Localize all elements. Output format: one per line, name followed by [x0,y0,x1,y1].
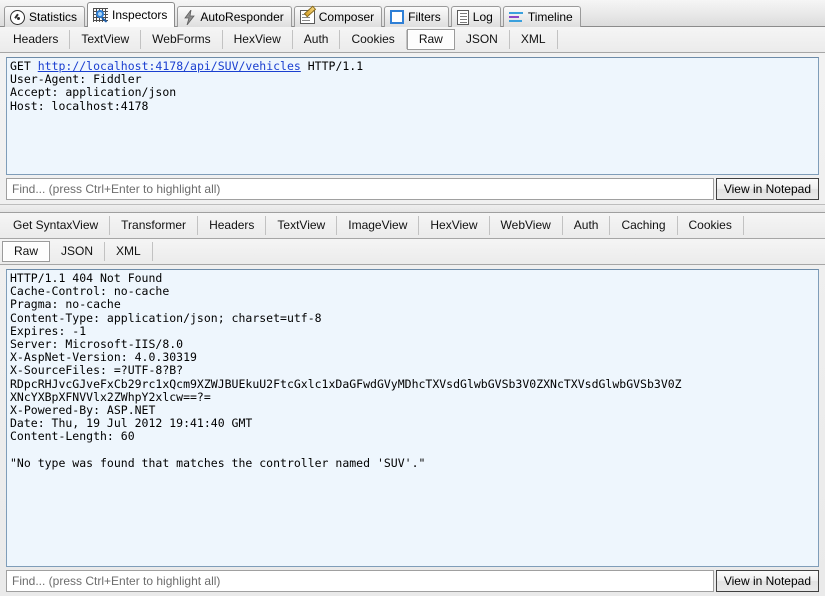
request-inspector: Headers TextView WebForms HexView Auth C… [0,27,825,204]
request-tab-raw-label: Raw [418,32,443,46]
request-view-in-notepad-button[interactable]: View in Notepad [715,178,819,200]
tab-inspectors-label: Inspectors [112,7,168,22]
tab-timeline-label: Timeline [527,9,573,24]
log-icon [456,9,469,25]
response-tab-strip-row1: Get SyntaxView Transformer Headers TextV… [0,213,825,239]
request-tab-textview[interactable]: TextView [70,30,142,49]
tab-composer-label: Composer [318,9,375,24]
response-tab-caching-label: Caching [621,218,666,232]
request-tab-webforms-label: WebForms [152,32,211,46]
composer-icon [299,5,316,24]
response-tab-hexview[interactable]: HexView [419,216,490,235]
tab-composer[interactable]: Composer [293,5,383,27]
request-tab-raw[interactable]: Raw [406,29,455,50]
response-raw-view[interactable]: HTTP/1.1 404 Not Found Cache-Control: no… [6,269,819,567]
response-tab-get-syntaxview[interactable]: Get SyntaxView [2,216,111,235]
request-tab-headers-label: Headers [13,32,59,46]
response-tab-auth-label: Auth [573,218,599,232]
response-tab-auth[interactable]: Auth [563,216,611,235]
response-tab-cookies[interactable]: Cookies [678,216,744,235]
request-method: GET [10,59,31,73]
tab-inspectors[interactable]: Inspectors [87,2,176,27]
request-find-bar: View in Notepad [0,175,825,204]
request-tab-auth[interactable]: Auth [293,30,341,49]
response-find-bar: View in Notepad [0,567,825,596]
response-tab-raw-label: Raw [14,244,39,258]
request-headers-text: User-Agent: Fiddler Accept: application/… [10,72,177,113]
request-tab-xml[interactable]: XML [510,30,558,49]
response-tab-webview[interactable]: WebView [490,216,563,235]
tab-autoresponder-label: AutoResponder [200,9,284,24]
filters-icon [390,10,405,24]
request-tab-hexview-label: HexView [233,32,281,46]
request-raw-view[interactable]: GET http://localhost:4178/api/SUV/vehicl… [6,57,819,175]
request-tab-json-label: JSON [465,32,498,46]
response-tab-hexview-label: HexView [430,218,478,232]
tab-log[interactable]: Log [450,6,501,27]
response-tab-json-label: JSON [61,244,94,258]
response-inspector: Get SyntaxView Transformer Headers TextV… [0,213,825,596]
request-version: HTTP/1.1 [300,59,364,73]
request-url-link[interactable]: http://localhost:4178/api/SUV/vehicles [38,59,301,73]
response-view-in-notepad-button[interactable]: View in Notepad [715,570,819,592]
tab-autoresponder[interactable]: AutoResponder [177,6,292,27]
response-tab-transformer[interactable]: Transformer [110,216,199,235]
request-tab-webforms[interactable]: WebForms [141,30,223,49]
tab-filters[interactable]: Filters [384,6,449,27]
request-tab-hexview[interactable]: HexView [223,30,293,49]
response-tab-imageview[interactable]: ImageView [337,216,420,235]
inspectors-icon [93,8,109,23]
response-tab-cookies-label: Cookies [688,218,732,232]
tab-statistics-label: Statistics [29,9,78,24]
response-find-input[interactable] [6,570,714,592]
response-tab-get-syntaxview-label: Get SyntaxView [13,218,99,232]
response-tab-headers-label: Headers [209,218,255,232]
request-tab-auth-label: Auth [303,32,329,46]
response-tab-imageview-label: ImageView [348,218,408,232]
horizontal-splitter[interactable] [0,204,825,213]
tab-statistics[interactable]: Statistics [4,6,86,27]
response-tab-raw[interactable]: Raw [2,241,51,262]
tab-timeline[interactable]: Timeline [502,6,581,27]
response-tab-xml-label: XML [116,244,141,258]
response-tab-textview[interactable]: TextView [266,216,338,235]
request-tab-textview-label: TextView [81,32,130,46]
request-pane-wrap: GET http://localhost:4178/api/SUV/vehicl… [0,53,825,175]
request-find-input[interactable] [6,178,714,200]
request-tab-strip: Headers TextView WebForms HexView Auth C… [0,27,825,53]
response-raw-text: HTTP/1.1 404 Not Found Cache-Control: no… [10,271,682,470]
request-tab-xml-label: XML [520,32,546,46]
request-raw-text: GET http://localhost:4178/api/SUV/vehicl… [10,59,818,113]
timeline-icon [508,11,524,23]
response-tab-json[interactable]: JSON [50,242,106,261]
response-pane-wrap: HTTP/1.1 404 Not Found Cache-Control: no… [0,265,825,567]
request-tab-cookies[interactable]: Cookies [340,30,407,49]
request-tab-json[interactable]: JSON [455,30,510,49]
response-tab-webview-label: WebView [500,218,551,232]
response-tab-strip-row2: Raw JSON XML [0,239,825,265]
statistics-icon [10,9,25,25]
tab-log-label: Log [472,9,493,24]
response-tab-transformer-label: Transformer [121,218,187,232]
autoresponder-icon [183,9,196,25]
response-tab-caching[interactable]: Caching [610,216,678,235]
request-tab-cookies-label: Cookies [351,32,395,46]
response-tab-headers[interactable]: Headers [198,216,267,235]
request-tab-headers[interactable]: Headers [2,30,71,49]
fiddler-window: Statistics Inspectors AutoResponder Comp… [0,0,825,596]
response-tab-textview-label: TextView [277,218,326,232]
response-tab-xml[interactable]: XML [105,242,153,261]
main-tab-strip: Statistics Inspectors AutoResponder Comp… [0,0,825,27]
tab-filters-label: Filters [408,9,441,24]
